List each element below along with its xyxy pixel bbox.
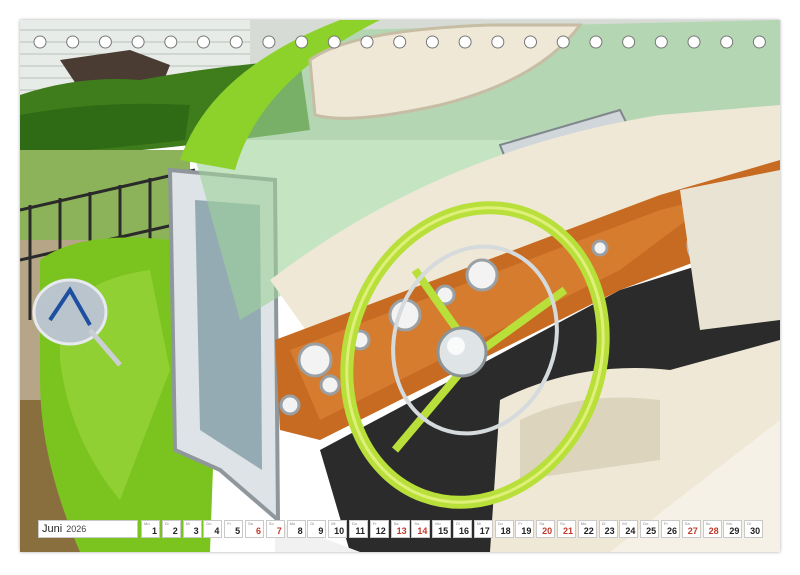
day-number: 21 <box>562 526 573 536</box>
day-number: 22 <box>583 526 594 536</box>
day-number: 12 <box>375 526 386 536</box>
day-number: 25 <box>646 526 657 536</box>
weekday-label: Fr <box>227 521 231 526</box>
day-cell: Mo 15 <box>432 520 452 538</box>
day-cell: Fr 5 <box>224 520 244 538</box>
calendar-strip: Juni 2026 Mo 1 Di 2 Mi 3 Do 4 Fr 5 Sa 6 So 7 Mo 8 Di 9 Mi 10… <box>38 520 764 538</box>
day-number: 2 <box>172 526 178 536</box>
day-cell: Fr 26 <box>661 520 680 538</box>
day-number: 24 <box>625 526 636 536</box>
day-cell: Mi 17 <box>473 520 493 538</box>
day-cell: Do 11 <box>349 520 368 538</box>
day-number: 3 <box>193 526 199 536</box>
weekday-label: Do <box>206 521 212 526</box>
day-cell: Mo 22 <box>577 520 597 538</box>
day-number: 7 <box>276 526 282 536</box>
day-cell: Do 4 <box>203 520 223 538</box>
day-number: 14 <box>417 526 428 536</box>
day-number: 28 <box>708 526 719 536</box>
day-cell: Mi 10 <box>328 520 348 538</box>
day-cell: Fr 12 <box>369 520 389 538</box>
day-number: 20 <box>542 526 553 536</box>
weekday-label: Mi <box>185 521 190 526</box>
day-cell: Sa 13 <box>390 520 410 538</box>
month-label-box: Juni 2026 <box>38 520 138 538</box>
day-cell: Mo 8 <box>286 520 306 538</box>
day-cell: Di 2 <box>161 520 181 538</box>
day-cell: Mo 29 <box>723 520 743 538</box>
day-cell: Sa 6 <box>245 520 264 538</box>
day-number: 1 <box>151 526 157 536</box>
day-number: 26 <box>666 526 677 536</box>
day-number: 13 <box>396 526 407 536</box>
day-number: 9 <box>318 526 324 536</box>
day-cell: Mi 24 <box>619 520 639 538</box>
day-cell: So 21 <box>557 520 576 538</box>
weekday-label: So <box>268 521 274 526</box>
day-number: 23 <box>604 526 615 536</box>
day-cell: So 14 <box>411 520 431 538</box>
day-number: 19 <box>521 526 532 536</box>
calendar-page: Juni 2026 Mo 1 Di 2 Mi 3 Do 4 Fr 5 Sa 6 So 7 Mo 8 Di 9 Mi 10… <box>0 0 800 575</box>
classic-car-dashboard-photo <box>20 20 780 552</box>
day-number: 18 <box>500 526 511 536</box>
day-number: 6 <box>255 526 261 536</box>
photo-frame <box>20 20 780 552</box>
day-cell: Do 25 <box>640 520 660 538</box>
day-number: 29 <box>729 526 740 536</box>
weekday-label: Di <box>164 521 169 526</box>
weekday-label: Sa <box>248 521 253 526</box>
day-number: 5 <box>235 526 241 536</box>
day-number: 16 <box>458 526 469 536</box>
day-cell: Di 16 <box>453 520 472 538</box>
day-cell: So 7 <box>265 520 285 538</box>
day-number: 4 <box>214 526 220 536</box>
day-cell: Di 23 <box>598 520 618 538</box>
day-number: 15 <box>438 526 449 536</box>
day-cell: Mi 3 <box>182 520 202 538</box>
day-cell: Mo 1 <box>141 520 160 538</box>
day-cell: Sa 20 <box>536 520 556 538</box>
day-number: 10 <box>334 526 345 536</box>
weekday-label: Mo <box>144 521 150 526</box>
day-number: 8 <box>297 526 303 536</box>
day-number: 17 <box>479 526 490 536</box>
day-cell: Di 9 <box>307 520 327 538</box>
day-cell: Fr 19 <box>515 520 535 538</box>
day-number: 30 <box>750 526 761 536</box>
day-number: 27 <box>687 526 698 536</box>
weekday-label: Di <box>310 521 315 526</box>
day-cell: Do 18 <box>494 520 514 538</box>
day-cell: Di 30 <box>744 520 764 538</box>
weekday-label: Mo <box>289 521 296 526</box>
month-name: Juni <box>42 523 63 535</box>
day-cell: So 28 <box>702 520 722 538</box>
year-label: 2026 <box>66 524 87 534</box>
day-number: 11 <box>355 526 365 536</box>
day-cell: Sa 27 <box>681 520 701 538</box>
